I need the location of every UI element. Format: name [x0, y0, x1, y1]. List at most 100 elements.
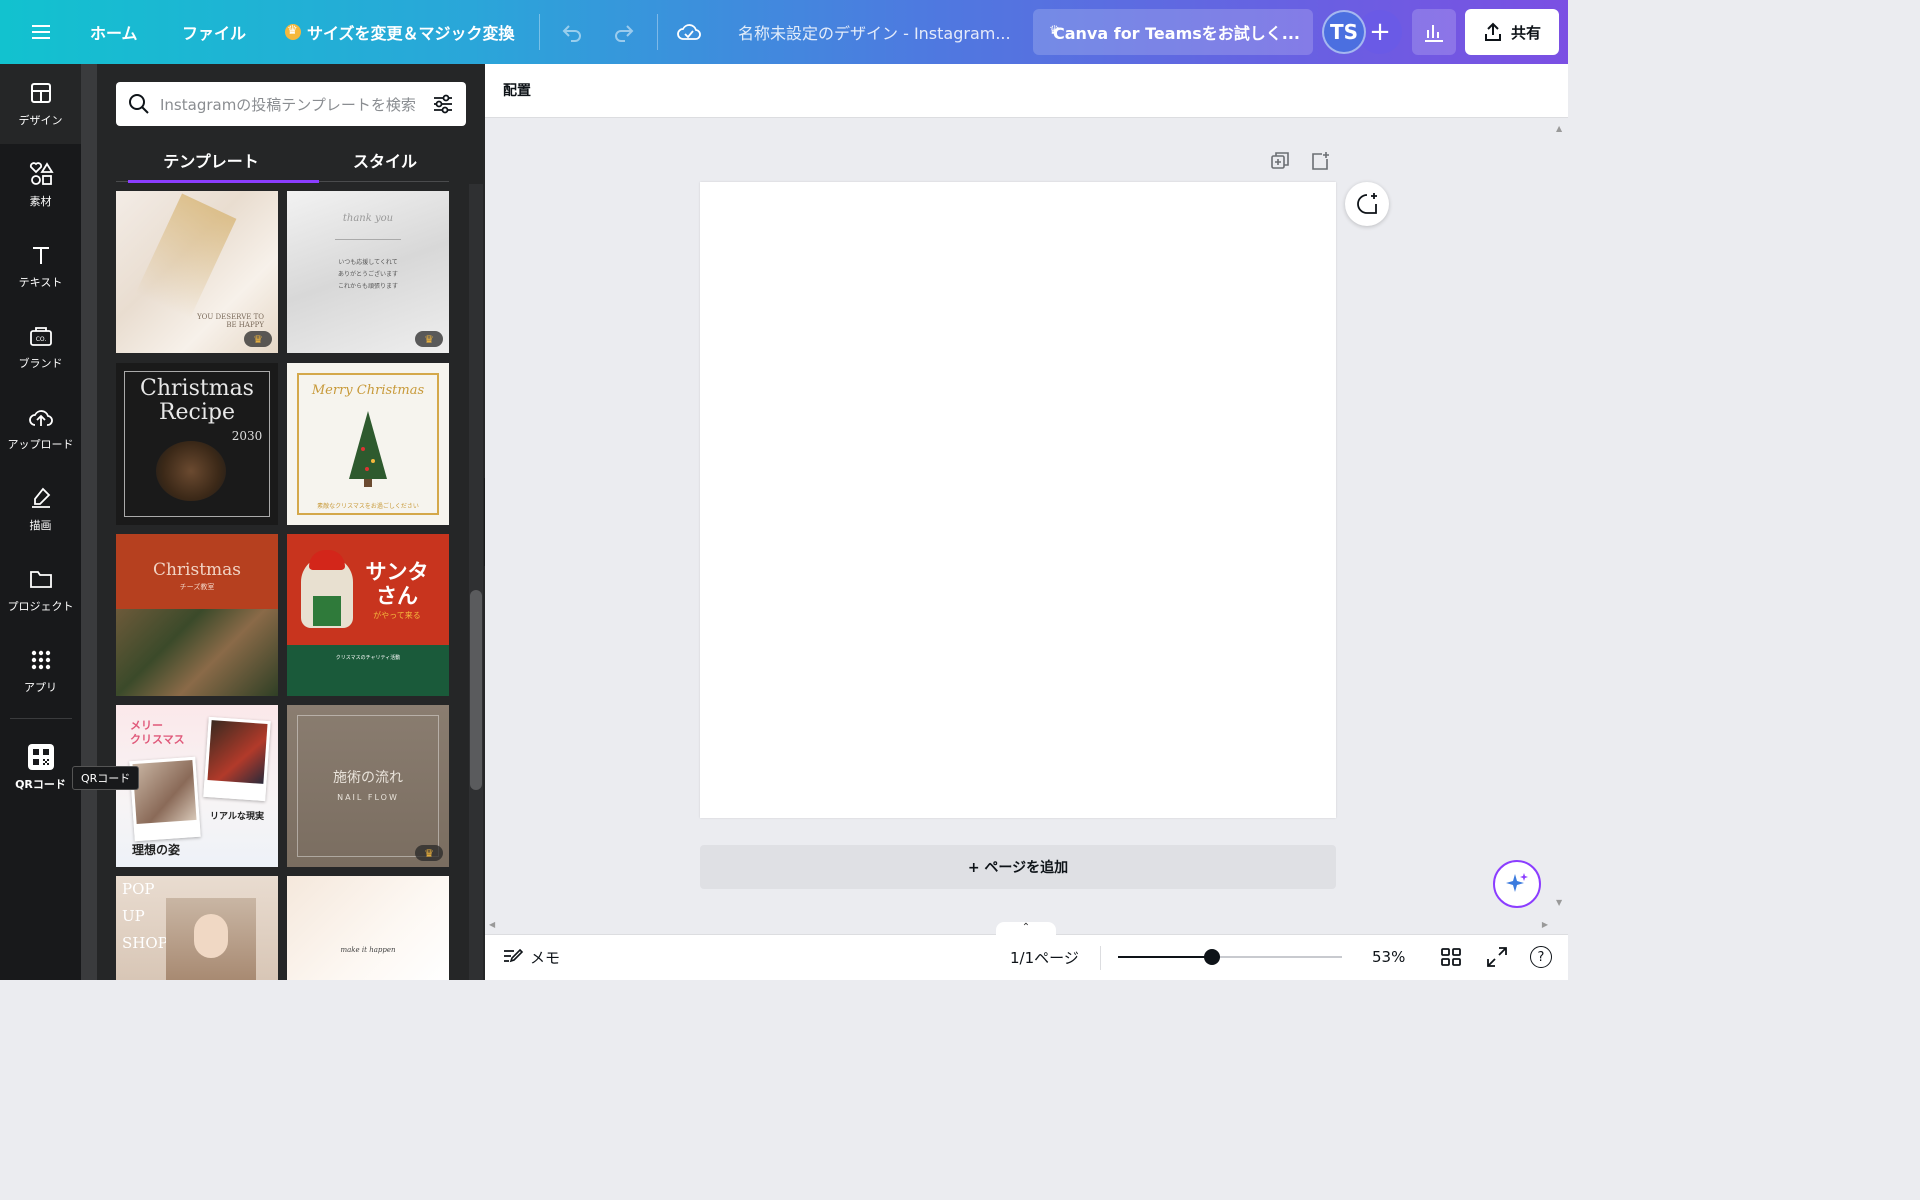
- help-button[interactable]: ?: [1530, 934, 1552, 980]
- cookies-image: [156, 441, 226, 501]
- premium-crown-icon: ♛: [415, 845, 443, 861]
- canva-teams-trial-button[interactable]: Canva for Teamsをお試しく...: [1033, 9, 1313, 55]
- notes-button[interactable]: メモ: [502, 934, 560, 980]
- template-text: いつも応援してくれて ありがとうございます これからも頑張ります: [337, 259, 398, 290]
- teams-label: Canva for Teamsをお試しく...: [1053, 24, 1301, 43]
- insights-chart-icon[interactable]: [1412, 9, 1456, 55]
- sidebar-item-label: アプリ: [24, 681, 57, 694]
- template-thumbnail[interactable]: YOU DESERVE TO BE HAPPY ♛: [116, 191, 278, 353]
- template-text: thank you: [342, 213, 394, 224]
- sidebar-item-apps[interactable]: アプリ: [0, 631, 81, 711]
- sidebar-item-design[interactable]: デザイン: [0, 64, 81, 144]
- grid-view-icon[interactable]: [1440, 934, 1462, 980]
- template-thumbnail[interactable]: Christmas Recipe 2030: [116, 363, 278, 525]
- file-menu-button[interactable]: ファイル: [182, 0, 246, 64]
- sidebar-item-qr-code[interactable]: QRコード: [0, 728, 81, 808]
- zoom-slider-handle[interactable]: [1204, 949, 1221, 965]
- sidebar-item-elements[interactable]: 素材: [0, 145, 81, 225]
- resize-label: サイズを変更＆マジック変換: [307, 24, 515, 43]
- zoom-slider-fill: [1118, 956, 1213, 958]
- template-text: Christmas Recipe: [140, 376, 254, 425]
- cloud-upload-icon: [28, 404, 54, 430]
- template-text: クリスマスのチャリティ活動: [335, 655, 401, 661]
- divider: [10, 718, 72, 719]
- gold-brush-stroke: [135, 193, 237, 319]
- sidebar-item-label: ブランド: [18, 357, 63, 370]
- avatar[interactable]: TS: [1322, 10, 1366, 54]
- template-thumbnail[interactable]: サンタ さん がやって来る クリスマスのチャリティ活動: [287, 534, 449, 696]
- sidebar-item-label: 描画: [29, 519, 52, 532]
- divider: [539, 14, 540, 50]
- sidebar-scrollbar[interactable]: [81, 64, 97, 980]
- shapes-icon: [28, 161, 54, 187]
- template-thumbnail[interactable]: メリー クリスマス リアルな現実 理想の姿: [116, 705, 278, 867]
- sidebar-item-text[interactable]: テキスト: [0, 226, 81, 306]
- notes-pencil-icon: [504, 948, 524, 963]
- template-search-field[interactable]: Instagramの投稿テンプレートを検索: [116, 82, 466, 126]
- qr-code-icon: [27, 744, 54, 770]
- template-text: サンタ さん: [365, 560, 429, 608]
- template-thumbnail[interactable]: POP UP SHOP: [116, 876, 278, 980]
- divider: [335, 239, 401, 240]
- template-thumbnail[interactable]: make it happen: [287, 876, 449, 980]
- template-text: がやって来る: [373, 611, 421, 620]
- duplicate-page-icon[interactable]: [1269, 150, 1291, 172]
- divider: [657, 14, 658, 50]
- share-button[interactable]: 共有: [1465, 9, 1559, 55]
- green-band: [287, 645, 449, 696]
- template-text: 素敵なクリスマスをお過ごしください: [317, 503, 419, 510]
- template-thumbnail[interactable]: 施術の流れ NAIL FLOW ♛: [287, 705, 449, 867]
- sidebar-item-projects[interactable]: プロジェクト: [0, 550, 81, 630]
- canvas-vertical-scrollbar[interactable]: ▲ ▼: [1552, 118, 1568, 918]
- hamburger-menu-icon[interactable]: [32, 0, 56, 64]
- search-input[interactable]: Instagramの投稿テンプレートを検索: [160, 94, 422, 115]
- cloud-saved-icon[interactable]: [676, 0, 702, 64]
- sidebar-item-label: アップロード: [7, 438, 74, 451]
- apps-grid-icon: [28, 647, 54, 673]
- template-thumbnail[interactable]: Merry Christmas 素敵なクリスマスをお過ごしください: [287, 363, 449, 525]
- sidebar-item-draw[interactable]: 描画: [0, 469, 81, 549]
- template-text: YOU DESERVE TO BE HAPPY: [197, 313, 264, 329]
- notes-label: メモ: [530, 948, 561, 967]
- home-button[interactable]: ホーム: [90, 0, 138, 64]
- tab-templates[interactable]: テンプレート: [128, 138, 319, 183]
- wreath-photo: [116, 609, 278, 696]
- add-page-button[interactable]: + ページを追加: [700, 845, 1336, 889]
- sidebar: デザイン 素材 テキスト CO. ブランド アップロード 描画 プロジェクト ア…: [0, 64, 81, 980]
- magic-sparkle-icon[interactable]: [1493, 860, 1541, 908]
- draw-icon: [28, 485, 54, 511]
- page-indicator[interactable]: 1/1ページ: [1010, 934, 1079, 980]
- template-text: チーズ教室: [179, 583, 215, 591]
- template-thumbnail[interactable]: Christmas チーズ教室: [116, 534, 278, 696]
- crown-icon: [285, 23, 301, 40]
- position-button[interactable]: 配置: [503, 80, 531, 100]
- templates-scrollbar-thumb[interactable]: [470, 590, 482, 790]
- document-title[interactable]: 名称未設定のデザイン - Instagram...: [738, 0, 1011, 64]
- context-toolbar: [485, 64, 1568, 118]
- sidebar-item-uploads[interactable]: アップロード: [0, 388, 81, 468]
- layout-icon: [28, 80, 54, 106]
- template-text: NAIL FLOW: [337, 793, 399, 802]
- template-text: Merry Christmas: [311, 383, 425, 398]
- add-comment-icon[interactable]: [1345, 182, 1389, 226]
- template-thumbnail[interactable]: thank you いつも応援してくれて ありがとうございます これからも頑張ります…: [287, 191, 449, 353]
- resize-magic-button[interactable]: サイズを変更＆マジック変換: [285, 0, 515, 64]
- zoom-percentage[interactable]: 53%: [1372, 934, 1405, 980]
- tab-styles[interactable]: スタイル: [302, 138, 468, 182]
- folder-icon: [28, 566, 54, 592]
- add-page-icon[interactable]: [1309, 150, 1331, 172]
- help-icon: ?: [1530, 946, 1552, 968]
- divider: [1100, 946, 1101, 970]
- polaroid-photo: [129, 756, 201, 842]
- santa-image: [301, 550, 353, 628]
- redo-icon[interactable]: [612, 0, 636, 64]
- sidebar-item-label: 素材: [29, 195, 52, 208]
- templates-scrollbar[interactable]: [469, 184, 483, 980]
- sidebar-item-brand[interactable]: CO. ブランド: [0, 307, 81, 387]
- panel-tabs: テンプレート スタイル: [116, 138, 449, 183]
- design-canvas[interactable]: [700, 182, 1336, 818]
- sidebar-item-label: プロジェクト: [7, 600, 74, 613]
- filter-sliders-icon[interactable]: [432, 93, 454, 115]
- fullscreen-icon[interactable]: [1486, 934, 1508, 980]
- undo-icon[interactable]: [560, 0, 584, 64]
